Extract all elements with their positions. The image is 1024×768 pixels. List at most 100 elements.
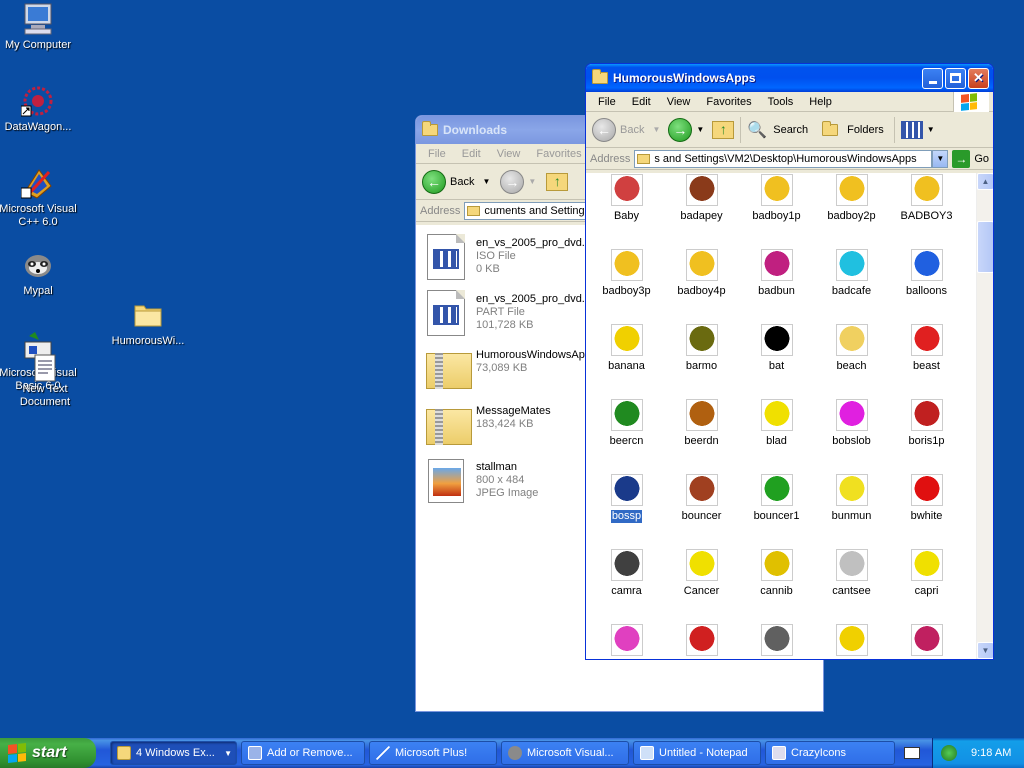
icon-item[interactable]: badboy1p [739,174,814,223]
menu-tools[interactable]: Tools [760,96,802,108]
icon-item[interactable] [739,624,814,659]
taskbar-button-microsoft-visual[interactable]: Microsoft Visual... [501,741,629,765]
back-arrow-icon[interactable]: ← [422,169,446,194]
scroll-thumb[interactable] [977,221,993,273]
chevron-down-icon[interactable]: ▼ [528,177,536,186]
back-button-label[interactable]: Back [620,124,644,136]
humorous-titlebar[interactable]: HumorousWindowsApps ✕ [586,64,993,92]
icon-item[interactable]: Cancer [664,549,739,598]
clock[interactable]: 9:18 AM [971,747,1011,759]
forward-arrow-icon[interactable]: → [500,169,525,194]
icon-item[interactable]: capri [889,549,964,598]
go-button[interactable]: → Go [952,149,989,168]
icon-item[interactable]: beerdn [664,399,739,448]
desktop-icon-humorous-folder[interactable]: HumorousWi... [108,298,188,348]
menu-help[interactable]: Help [801,96,840,108]
icon-item[interactable]: badboy3p [589,249,664,298]
menu-favorites[interactable]: Favorites [698,96,759,108]
minimize-button[interactable] [922,67,943,89]
icon-item[interactable]: bwhite [889,474,964,523]
back-button-label[interactable]: Back [450,176,474,188]
icon-item[interactable]: cantsee [814,549,889,598]
file-item[interactable]: en_vs_2005_pro_dvd... ISO File 0 KB [426,233,591,281]
icon-item[interactable]: cannib [739,549,814,598]
icon-item[interactable]: bunmun [814,474,889,523]
menu-file[interactable]: File [420,148,454,160]
views-icon[interactable] [900,120,923,139]
icon-item[interactable]: balloons [889,249,964,298]
icon-item[interactable]: bouncer1 [739,474,814,523]
menu-file[interactable]: File [590,96,624,108]
scroll-down-button[interactable]: ▼ [977,642,993,659]
desktop-icon-visual-cpp[interactable]: Microsoft Visual C++ 6.0 [0,166,78,229]
chevron-down-icon[interactable]: ▼ [652,125,660,134]
close-button[interactable]: ✕ [968,67,989,89]
search-button-label[interactable]: Search [773,124,808,136]
desktop-icon-datawagon[interactable]: DataWagon... [0,84,78,134]
folders-icon[interactable] [822,120,839,136]
file-item[interactable]: MessageMates 183,424 KB [426,401,551,449]
keyboard-icon[interactable] [904,747,920,759]
icon-item[interactable]: camra [589,549,664,598]
taskbar-button-crazyicons[interactable]: CrazyIcons [765,741,895,765]
file-item[interactable]: en_vs_2005_pro_dvd... PART File 101,728 … [426,289,591,337]
badcafe-icon [835,249,868,281]
menu-view[interactable]: View [489,148,529,160]
icon-item[interactable]: bat [739,324,814,373]
icon-item[interactable]: BADBOY3 [889,174,964,223]
taskbar-button-microsoft-plus[interactable]: Microsoft Plus! [369,741,497,765]
icon-item[interactable] [814,624,889,659]
jpeg-image-icon [426,457,466,505]
icon-item[interactable]: badboy2p [814,174,889,223]
icon-item[interactable]: beach [814,324,889,373]
icon-item[interactable]: badapey [664,174,739,223]
icon-item[interactable] [664,624,739,659]
forward-arrow-icon[interactable]: → [668,117,693,142]
icon-item[interactable]: badbun [739,249,814,298]
icon-item[interactable]: badboy4p [664,249,739,298]
address-dropdown-button[interactable]: ▼ [932,149,949,168]
address-input[interactable]: s and Settings\VM2\Desktop\HumorousWindo… [634,149,933,168]
up-folder-icon[interactable]: ↑ [546,172,569,191]
file-item[interactable]: stallman 800 x 484 JPEG Image [426,457,538,505]
taskbar-button-windows-explorer[interactable]: 4 Windows Ex... ▼ [110,741,237,765]
icon-label: cantsee [832,585,871,597]
maximize-button[interactable] [945,67,966,89]
icon-item[interactable]: blad [739,399,814,448]
icon-item[interactable]: banana [589,324,664,373]
chevron-down-icon[interactable]: ▼ [696,125,704,134]
icon-item[interactable] [889,624,964,659]
network-icon[interactable] [941,745,957,761]
desktop-icon-my-computer[interactable]: My Computer [0,2,78,52]
vertical-scrollbar[interactable]: ▲ ▼ [976,173,993,659]
up-folder-icon[interactable]: ↑ [712,120,735,139]
menu-edit[interactable]: Edit [454,148,489,160]
desktop-icon-mypal[interactable]: Mypal [0,248,78,298]
scroll-up-button[interactable]: ▲ [977,173,993,190]
menu-edit[interactable]: Edit [624,96,659,108]
icon-item[interactable]: beercn [589,399,664,448]
icon-item[interactable]: boris1p [889,399,964,448]
icon-item[interactable]: barmo [664,324,739,373]
icon-item[interactable]: Baby [589,174,664,223]
menu-view[interactable]: View [659,96,699,108]
icon-item[interactable]: badcafe [814,249,889,298]
icon-item[interactable] [589,624,664,659]
icon-item[interactable]: bouncer [664,474,739,523]
search-icon[interactable]: 🔍 [747,120,767,140]
chevron-down-icon[interactable]: ▼ [927,125,935,134]
taskbar-button-notepad[interactable]: Untitled - Notepad [633,741,761,765]
address-label: Address [590,152,631,165]
icon-item[interactable]: beast [889,324,964,373]
icon-item[interactable]: bossp [589,474,664,523]
chevron-down-icon[interactable]: ▼ [482,177,490,186]
folders-button-label[interactable]: Folders [847,124,884,136]
start-button[interactable]: start [0,738,96,768]
back-arrow-icon[interactable]: ← [592,117,616,142]
taskbar-button-add-remove[interactable]: Add or Remove... [241,741,365,765]
file-item[interactable]: HumorousWindowsApps 73,089 KB [426,345,596,393]
menu-favorites[interactable]: Favorites [528,148,589,160]
icon-item[interactable]: bobslob [814,399,889,448]
icon-label: boris1p [908,435,945,447]
desktop-icon-new-text-document[interactable]: New Text Document [5,354,85,409]
